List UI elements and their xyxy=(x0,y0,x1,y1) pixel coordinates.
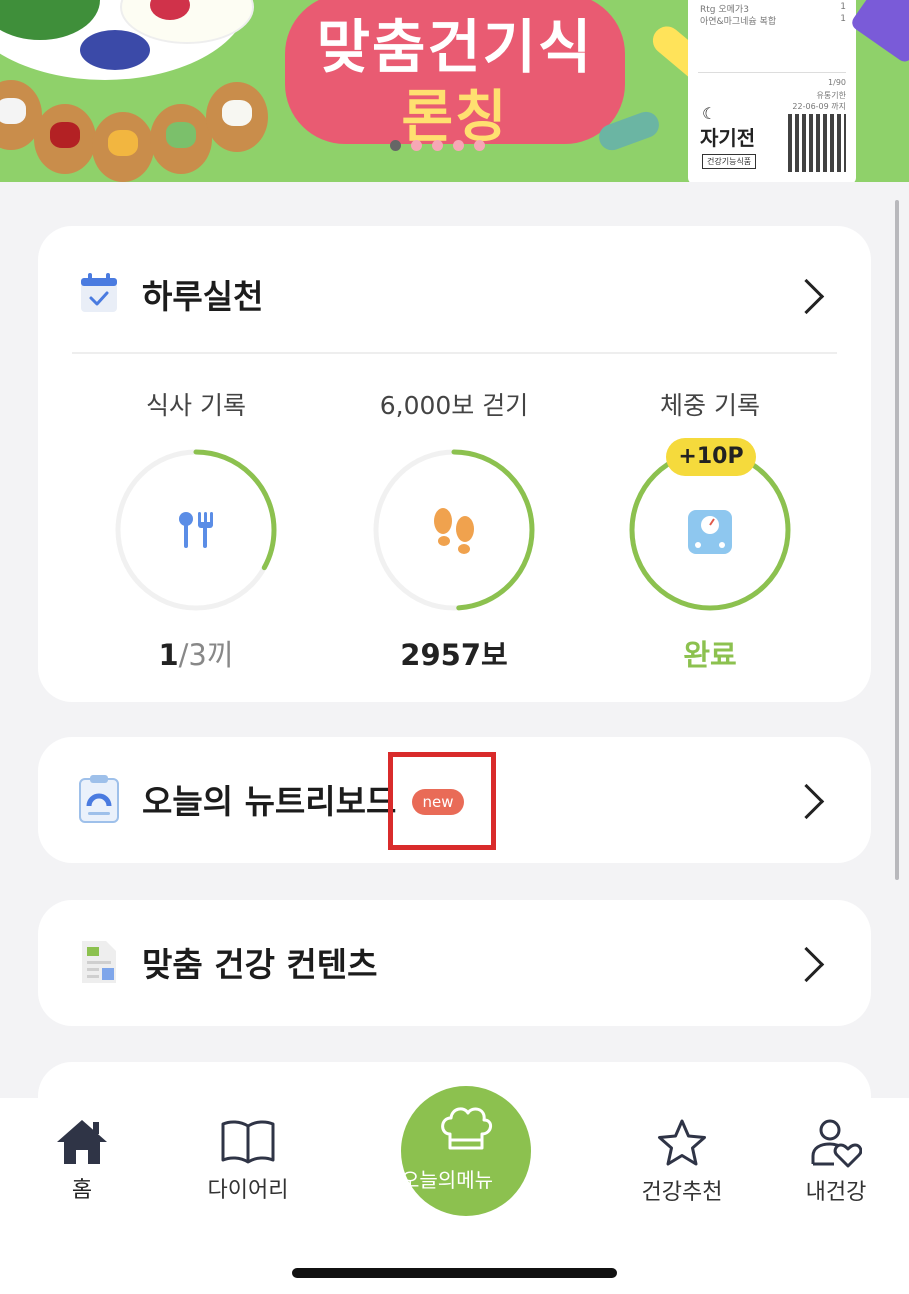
promo-banner[interactable]: 맞춤건기식 론칭 Rtg 오메가3 아연&마그네슘 복합 1 1 1/90 유통… xyxy=(0,0,909,182)
label-volume: 1/90 xyxy=(828,78,846,87)
divider xyxy=(72,352,837,354)
daily-practice-title: 하루실천 xyxy=(142,277,264,316)
nav-my-health[interactable]: 내건강 xyxy=(776,1118,896,1206)
spoon-image xyxy=(150,104,212,174)
weight-record-stat[interactable]: 체중 기록 +10P 완료 xyxy=(610,386,810,672)
book-icon xyxy=(221,1120,275,1164)
nav-today-menu[interactable]: 오늘의메뉴 xyxy=(401,1086,531,1216)
weight-record-value: 완료 xyxy=(683,638,737,672)
qr-code-icon xyxy=(788,114,846,172)
spoon-image xyxy=(206,82,268,152)
meal-record-label: 식사 기록 xyxy=(146,391,246,420)
document-icon xyxy=(82,941,116,983)
health-content-header: 맞춤 건강 컨텐츠 xyxy=(78,934,378,990)
walking-progress-ring xyxy=(373,449,535,611)
chef-hat-icon xyxy=(441,1107,492,1150)
decor-shape xyxy=(849,0,909,65)
home-icon xyxy=(57,1120,107,1164)
nav-recommend-label: 건강추천 xyxy=(641,1180,723,1205)
clipboard-icon xyxy=(79,775,119,823)
health-content-title: 맞춤 건강 컨텐츠 xyxy=(142,945,378,984)
health-content-card[interactable]: 맞춤 건강 컨텐츠 xyxy=(38,900,871,1026)
person-heart-icon xyxy=(811,1119,862,1168)
label-expiry-date: 22-06-09 까지 xyxy=(792,102,846,111)
meal-record-stat[interactable]: 식사 기록 1/3끼 xyxy=(96,386,296,672)
nav-home-label: 홈 xyxy=(71,1178,93,1203)
nav-today-menu-label: 오늘의메뉴 xyxy=(401,1168,493,1192)
label-qty-1: 1 xyxy=(840,2,846,12)
label-expiry: 유통기한 22-06-09 까지 xyxy=(792,90,846,112)
walking-label: 6,000보 걷기 xyxy=(379,391,529,420)
carousel-dot[interactable] xyxy=(453,140,464,151)
calendar-check-icon xyxy=(81,273,117,312)
spoon-image xyxy=(92,112,154,182)
meal-progress-ring xyxy=(115,449,277,611)
chevron-right-icon[interactable] xyxy=(788,278,825,315)
meal-record-current: 1 xyxy=(158,638,179,672)
label-tag: 건강기능식품 xyxy=(702,154,757,169)
weight-record-label: 체중 기록 xyxy=(660,391,760,420)
nav-diary[interactable]: 다이어리 xyxy=(188,1118,308,1204)
walking-stat[interactable]: 6,000보 걷기 2957보 xyxy=(354,386,554,672)
spoon-image xyxy=(34,104,96,174)
label-brand: 자기전 xyxy=(700,126,756,150)
label-qty-2: 1 xyxy=(840,14,846,24)
nav-recommend[interactable]: 건강추천 xyxy=(622,1118,742,1206)
nav-diary-label: 다이어리 xyxy=(207,1178,289,1203)
points-badge: +10P xyxy=(666,438,756,476)
daily-practice-header[interactable]: 하루실천 xyxy=(78,266,263,322)
nav-home[interactable]: 홈 xyxy=(22,1118,142,1204)
footprints-icon xyxy=(434,508,474,554)
nutriboard-title: 오늘의 뉴트리보드 xyxy=(142,782,397,821)
walking-value: 2957보 xyxy=(400,638,508,672)
scrollbar[interactable] xyxy=(895,200,899,880)
label-divider xyxy=(698,72,846,73)
chevron-right-icon[interactable] xyxy=(788,783,825,820)
supplement-label-image: Rtg 오메가3 아연&마그네슘 복합 1 1 1/90 유통기한 22-06-0… xyxy=(688,0,856,182)
star-icon xyxy=(658,1119,706,1166)
moon-icon: ☾ xyxy=(702,104,717,123)
blueberries-image xyxy=(80,30,150,70)
bottom-navigation: 홈 다이어리 오늘의메뉴 건강추천 내건강 xyxy=(0,1086,909,1294)
scale-icon xyxy=(688,510,732,554)
carousel-dot[interactable] xyxy=(411,140,422,151)
label-item-2: 아연&마그네슘 복합 xyxy=(700,17,777,27)
chevron-right-icon[interactable] xyxy=(788,946,825,983)
nutriboard-header: 오늘의 뉴트리보드 xyxy=(78,771,396,827)
label-expiry-title: 유통기한 xyxy=(816,91,846,100)
highlight-box xyxy=(388,752,496,850)
daily-practice-card: 하루실천 식사 기록 1/3끼 6,000보 걷기 2957보 체중 기록 +1… xyxy=(38,226,871,702)
carousel-dot[interactable] xyxy=(474,140,485,151)
utensils-icon xyxy=(179,512,213,548)
carousel-dot[interactable] xyxy=(390,140,401,151)
home-indicator xyxy=(292,1268,617,1278)
carousel-dot[interactable] xyxy=(432,140,443,151)
carousel-indicator[interactable] xyxy=(390,140,485,151)
meal-record-unit: /3끼 xyxy=(178,638,234,672)
meal-record-value: 1/3끼 xyxy=(96,632,296,674)
nav-my-health-label: 내건강 xyxy=(805,1180,867,1205)
